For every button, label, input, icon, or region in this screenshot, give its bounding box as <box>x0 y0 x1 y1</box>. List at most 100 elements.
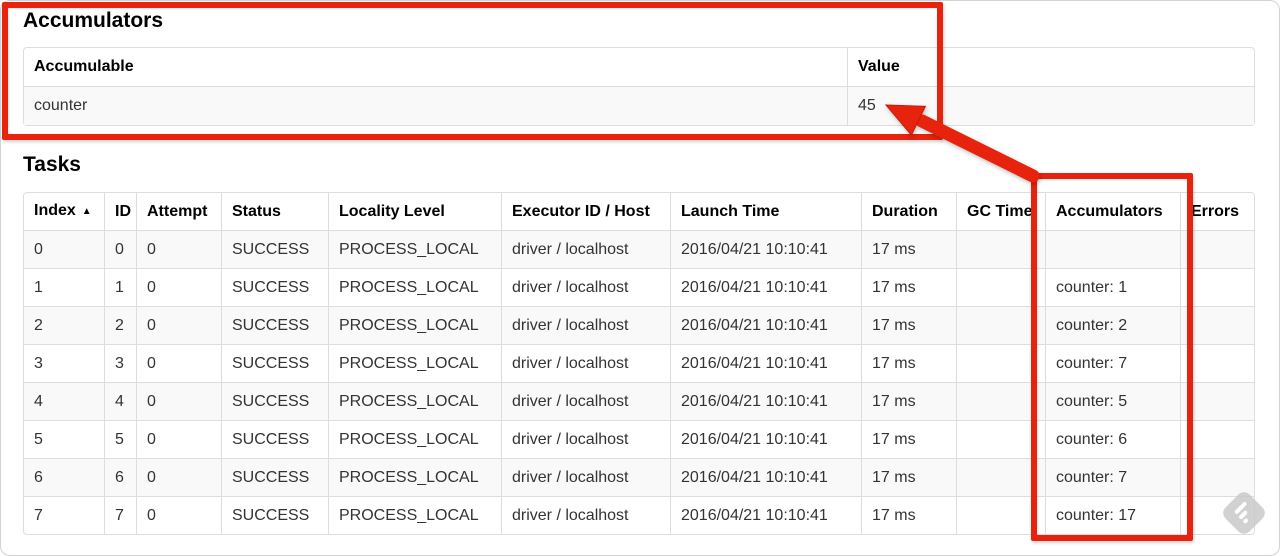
table-cell: PROCESS_LOCAL <box>328 458 501 496</box>
table-cell: driver / localhost <box>501 230 670 268</box>
column-header-id[interactable]: ID <box>104 193 136 230</box>
table-cell: 17 ms <box>861 382 956 420</box>
table-cell: driver / localhost <box>501 268 670 306</box>
table-cell <box>1180 458 1254 496</box>
table-cell: counter: 7 <box>1045 344 1180 382</box>
table-cell: driver / localhost <box>501 420 670 458</box>
table-cell: 0 <box>136 268 221 306</box>
table-cell <box>1180 268 1254 306</box>
table-cell: PROCESS_LOCAL <box>328 382 501 420</box>
table-cell: counter <box>24 86 847 125</box>
table-cell <box>956 306 1045 344</box>
table-cell: 17 ms <box>861 420 956 458</box>
table-cell <box>1180 344 1254 382</box>
table-cell: SUCCESS <box>221 344 328 382</box>
table-header-row: Index ▲ ID Attempt Status Locality Level Execu… <box>24 193 1254 230</box>
table-cell <box>1180 382 1254 420</box>
table-cell: SUCCESS <box>221 382 328 420</box>
table-cell: 0 <box>136 496 221 534</box>
accumulators-section-heading: Accumulators <box>23 9 164 32</box>
table-cell: driver / localhost <box>501 344 670 382</box>
sort-ascending-icon: ▲ <box>81 206 92 217</box>
table-cell: 0 <box>104 230 136 268</box>
table-cell <box>956 382 1045 420</box>
table-cell: 7 <box>104 496 136 534</box>
table-cell: PROCESS_LOCAL <box>328 306 501 344</box>
table-cell: 2016/04/21 10:10:41 <box>670 420 861 458</box>
table-cell: 2016/04/21 10:10:41 <box>670 496 861 534</box>
table-cell <box>956 230 1045 268</box>
table-cell: PROCESS_LOCAL <box>328 496 501 534</box>
table-cell: driver / localhost <box>501 306 670 344</box>
table-cell: PROCESS_LOCAL <box>328 344 501 382</box>
table-cell: counter: 7 <box>1045 458 1180 496</box>
column-header-attempt[interactable]: Attempt <box>136 193 221 230</box>
table-row: 0 0 0 SUCCESS PROCESS_LOCAL driver / localhos… <box>24 230 1254 268</box>
table-cell: 6 <box>104 458 136 496</box>
column-header-accumulable[interactable]: Accumulable <box>24 48 847 86</box>
column-header-index[interactable]: Index ▲ <box>24 193 104 230</box>
table-cell: 2016/04/21 10:10:41 <box>670 268 861 306</box>
table-cell: 4 <box>104 382 136 420</box>
tasks-table: Index ▲ ID Attempt Status Locality Level Execu… <box>23 192 1255 535</box>
table-cell: counter: 2 <box>1045 306 1180 344</box>
table-cell <box>1180 496 1254 534</box>
table-cell <box>956 344 1045 382</box>
table-cell: 17 ms <box>861 230 956 268</box>
table-cell: 2016/04/21 10:10:41 <box>670 344 861 382</box>
table-cell <box>1180 420 1254 458</box>
column-header-errors[interactable]: Errors <box>1180 193 1254 230</box>
column-header-status[interactable]: Status <box>221 193 328 230</box>
table-cell: 17 ms <box>861 458 956 496</box>
table-cell: 3 <box>24 344 104 382</box>
table-cell: 17 ms <box>861 496 956 534</box>
accumulators-table: Accumulable Value counter 45 <box>23 47 1255 126</box>
table-cell: 7 <box>24 496 104 534</box>
table-cell: 3 <box>104 344 136 382</box>
table-cell: 5 <box>104 420 136 458</box>
table-cell: SUCCESS <box>221 458 328 496</box>
table-cell <box>956 268 1045 306</box>
table-cell: 17 ms <box>861 344 956 382</box>
table-cell: 2016/04/21 10:10:41 <box>670 230 861 268</box>
column-header-duration[interactable]: Duration <box>861 193 956 230</box>
spark-stage-page: Accumulators Accumulable Value counter 45 … <box>23 0 1255 535</box>
table-cell: counter: 6 <box>1045 420 1180 458</box>
table-row: counter 45 <box>24 86 1254 125</box>
table-row: 5 5 0 SUCCESS PROCESS_LOCAL driver / localhos… <box>24 420 1254 458</box>
table-row: 6 6 0 SUCCESS PROCESS_LOCAL driver / localhos… <box>24 458 1254 496</box>
column-header-executor-id-host[interactable]: Executor ID / Host <box>501 193 670 230</box>
table-cell: 5 <box>24 420 104 458</box>
column-header-value[interactable]: Value <box>847 48 1254 86</box>
table-cell: 0 <box>136 344 221 382</box>
tasks-section-heading: Tasks <box>23 153 81 176</box>
column-header-gc-time[interactable]: GC Time <box>956 193 1045 230</box>
table-cell: 4 <box>24 382 104 420</box>
table-row: 1 1 0 SUCCESS PROCESS_LOCAL driver / localhos… <box>24 268 1254 306</box>
table-cell: driver / localhost <box>501 382 670 420</box>
table-cell <box>956 420 1045 458</box>
table-cell: SUCCESS <box>221 268 328 306</box>
table-cell: driver / localhost <box>501 458 670 496</box>
table-cell: counter: 17 <box>1045 496 1180 534</box>
table-cell: 1 <box>24 268 104 306</box>
table-cell: 2 <box>24 306 104 344</box>
table-cell: 0 <box>136 306 221 344</box>
table-cell: 1 <box>104 268 136 306</box>
table-cell: 17 ms <box>861 268 956 306</box>
table-cell: PROCESS_LOCAL <box>328 230 501 268</box>
table-cell <box>1180 306 1254 344</box>
column-header-locality-level[interactable]: Locality Level <box>328 193 501 230</box>
column-header-accumulators[interactable]: Accumulators <box>1045 193 1180 230</box>
table-row: 4 4 0 SUCCESS PROCESS_LOCAL driver / localhos… <box>24 382 1254 420</box>
table-cell: SUCCESS <box>221 496 328 534</box>
column-header-launch-time[interactable]: Launch Time <box>670 193 861 230</box>
table-cell: 0 <box>136 382 221 420</box>
table-row: 7 7 0 SUCCESS PROCESS_LOCAL driver / localhos… <box>24 496 1254 534</box>
table-cell <box>1045 230 1180 268</box>
table-header-row: Accumulable Value <box>24 48 1254 86</box>
table-cell: SUCCESS <box>221 230 328 268</box>
table-cell: driver / localhost <box>501 496 670 534</box>
table-cell: 2016/04/21 10:10:41 <box>670 306 861 344</box>
table-cell: 17 ms <box>861 306 956 344</box>
